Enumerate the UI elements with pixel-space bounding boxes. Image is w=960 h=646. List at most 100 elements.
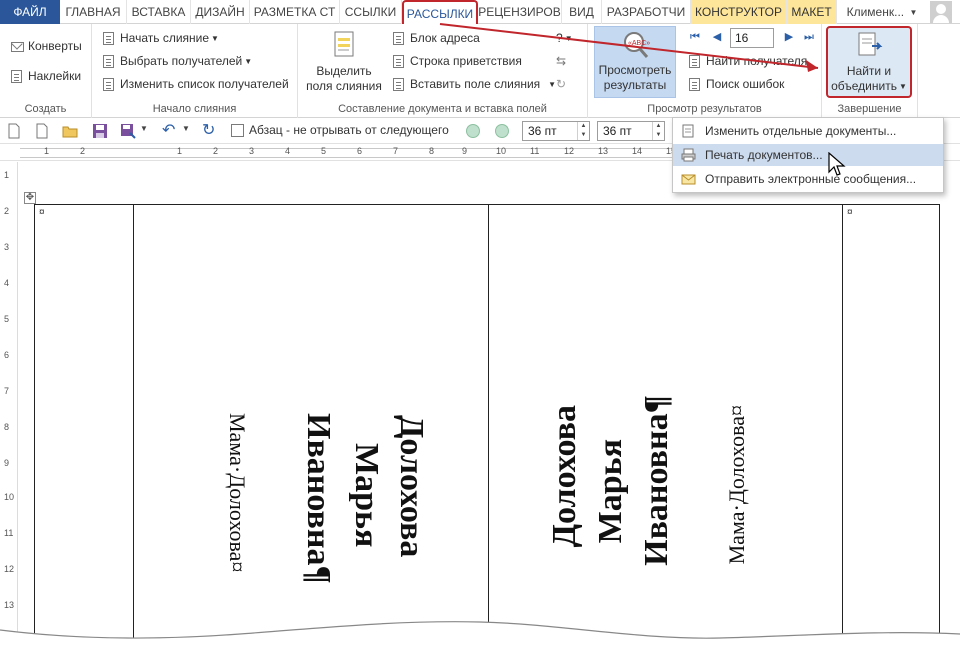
finish-merge-icon bbox=[854, 30, 884, 62]
tab-insert[interactable]: ВСТАВКА bbox=[127, 0, 191, 24]
new-document-icon[interactable] bbox=[6, 123, 22, 139]
ruler-number: 13 bbox=[598, 146, 609, 156]
menu-item-send-emails[interactable]: Отправить электронные сообщения... bbox=[673, 168, 943, 190]
start-merge-icon bbox=[100, 31, 115, 45]
email-icon bbox=[681, 174, 696, 185]
vertical-ruler[interactable]: 1 2 3 4 5 6 7 8 9 10 11 12 13 bbox=[0, 162, 18, 646]
keep-with-next-label: Абзац - не отрывать от следующего bbox=[249, 123, 449, 137]
document-page[interactable]: ✥ ¤ ¤ Долохова Марья Ивановна¶ Мама·Доло… bbox=[20, 162, 960, 646]
ruler-number: 8 bbox=[429, 146, 435, 156]
vruler-number: 11 bbox=[4, 528, 14, 538]
new-blank-icon[interactable] bbox=[34, 123, 50, 139]
highlight-merge-fields-button[interactable]: Выделить поля слияния bbox=[304, 28, 384, 94]
tab-design[interactable]: ДИЗАЙН bbox=[191, 0, 250, 24]
tab-table-layout[interactable]: МАКЕТ bbox=[787, 0, 837, 24]
greeting-line-button[interactable]: Строка приветствия bbox=[388, 51, 522, 71]
right-surname: Долохова bbox=[546, 405, 583, 548]
find-recipient-icon bbox=[686, 54, 701, 68]
group-finish: Найти и объединить ▼ Завершение bbox=[822, 24, 918, 118]
border-icon[interactable] bbox=[495, 124, 509, 138]
chevron-down-icon: ▼ bbox=[898, 82, 907, 91]
first-record-icon[interactable]: ⏮ bbox=[688, 30, 702, 44]
address-block-label: Блок адреса bbox=[410, 31, 480, 45]
rules-icon: ? bbox=[556, 31, 563, 45]
tab-review[interactable]: РЕЦЕНЗИРОВ bbox=[478, 0, 562, 24]
labels-label: Наклейки bbox=[28, 69, 82, 83]
save-as-icon[interactable] bbox=[120, 123, 136, 139]
next-record-icon[interactable]: ▶ bbox=[782, 30, 796, 44]
tab-view[interactable]: ВИД bbox=[562, 0, 602, 24]
previous-record-icon[interactable]: ◀ bbox=[710, 30, 724, 44]
group-write-insert-label: Составление документа и вставка полей bbox=[338, 103, 547, 115]
find-recipient-button[interactable]: Найти получателя bbox=[684, 51, 807, 71]
preview-line1: Просмотреть bbox=[598, 63, 672, 77]
menu-item-edit-documents[interactable]: Изменить отдельные документы... bbox=[673, 120, 943, 142]
avatar[interactable] bbox=[930, 1, 952, 23]
vruler-number: 4 bbox=[4, 278, 10, 288]
menu-item-print-documents[interactable]: Печать документов... bbox=[673, 144, 943, 166]
tab-mailings[interactable]: РАССЫЛКИ bbox=[402, 0, 478, 25]
insert-merge-field-button[interactable]: Вставить поле слияния ▼ bbox=[388, 74, 556, 94]
user-account-menu[interactable]: Клименк... ▼ bbox=[840, 0, 924, 24]
labels-button[interactable]: Наклейки bbox=[6, 66, 81, 86]
font-size-spinner-1[interactable]: 36 пт ▲ ▼ bbox=[522, 121, 590, 141]
envelopes-button[interactable]: Конверты bbox=[6, 36, 82, 56]
print-icon bbox=[681, 148, 696, 162]
start-merge-label: Начать слияние bbox=[120, 31, 210, 45]
ruler-number: 9 bbox=[462, 146, 468, 156]
left-first-name: Марья bbox=[348, 443, 385, 548]
ruler-number: 2 bbox=[80, 146, 86, 156]
insert-field-icon bbox=[390, 77, 405, 91]
rules-button[interactable]: ? ▼ bbox=[556, 28, 580, 48]
ruler-number: 5 bbox=[321, 146, 327, 156]
vruler-number: 3 bbox=[4, 242, 10, 252]
table-move-handle-icon[interactable]: ✥ bbox=[24, 192, 36, 204]
tab-home[interactable]: ГЛАВНАЯ bbox=[60, 0, 127, 24]
tab-references[interactable]: ССЫЛКИ bbox=[340, 0, 402, 24]
keep-with-next-checkbox[interactable] bbox=[231, 124, 244, 137]
redo-icon[interactable]: ↻ bbox=[202, 120, 215, 140]
chevron-down-icon: ▼ bbox=[564, 34, 573, 43]
ruler-number: 10 bbox=[496, 146, 507, 156]
edit-list-icon bbox=[100, 77, 115, 91]
font-size-value-2: 36 пт bbox=[603, 124, 632, 138]
address-block-icon bbox=[390, 31, 405, 45]
address-block-button[interactable]: Блок адреса bbox=[388, 28, 480, 48]
tab-table-constructor[interactable]: КОНСТРУКТОР bbox=[691, 0, 787, 24]
undo-icon[interactable]: ↶ bbox=[162, 120, 175, 140]
tab-developer[interactable]: РАЗРАБОТЧИ bbox=[602, 0, 691, 24]
table-divider bbox=[842, 205, 843, 645]
menu-item-label: Печать документов... bbox=[705, 148, 823, 162]
tab-file[interactable]: ФАЙЛ bbox=[0, 0, 60, 24]
chevron-down-icon[interactable]: ▼ bbox=[140, 124, 148, 133]
record-number-input[interactable]: 16 bbox=[730, 28, 774, 48]
spin-arrows-icon[interactable]: ▲ ▼ bbox=[577, 122, 589, 140]
chevron-down-icon: ▼ bbox=[211, 34, 219, 43]
envelope-icon bbox=[8, 39, 24, 53]
shading-icon[interactable] bbox=[466, 124, 480, 138]
envelopes-label: Конверты bbox=[28, 39, 82, 53]
open-folder-icon[interactable] bbox=[62, 123, 78, 139]
start-merge-button[interactable]: Начать слияние ▼ bbox=[98, 28, 219, 48]
edit-recipient-list-button[interactable]: Изменить список получателей bbox=[98, 74, 289, 94]
check-errors-icon bbox=[686, 77, 701, 91]
check-errors-button[interactable]: Поиск ошибок bbox=[684, 74, 784, 94]
ribbon: Конверты Наклейки Создать Начать слияние… bbox=[0, 24, 960, 118]
menu-item-label: Изменить отдельные документы... bbox=[705, 124, 897, 138]
greeting-line-icon bbox=[390, 54, 405, 68]
chevron-down-icon[interactable]: ▼ bbox=[182, 124, 190, 133]
update-labels-button[interactable]: ↻ bbox=[556, 74, 576, 94]
preview-results-button[interactable]: «ABC» Просмотреть результаты bbox=[594, 26, 676, 98]
select-recipients-button[interactable]: Выбрать получателей ▼ bbox=[98, 51, 252, 71]
ruler-number: 6 bbox=[357, 146, 363, 156]
label-table[interactable]: ¤ ¤ Долохова Марья Ивановна¶ Мама·Долохо… bbox=[34, 204, 940, 645]
match-fields-button[interactable]: ⇆ bbox=[556, 51, 576, 71]
last-record-icon[interactable]: ⏭ bbox=[802, 30, 816, 44]
spin-arrows-icon[interactable]: ▲ ▼ bbox=[652, 122, 664, 140]
save-icon[interactable] bbox=[92, 123, 108, 139]
finish-merge-menu: Изменить отдельные документы... Печать д… bbox=[672, 117, 944, 193]
finish-merge-button[interactable]: Найти и объединить ▼ bbox=[826, 26, 912, 98]
torn-edge-decoration bbox=[0, 621, 960, 646]
tab-layout[interactable]: РАЗМЕТКА СТ bbox=[250, 0, 340, 24]
font-size-spinner-2[interactable]: 36 пт ▲ ▼ bbox=[597, 121, 665, 141]
